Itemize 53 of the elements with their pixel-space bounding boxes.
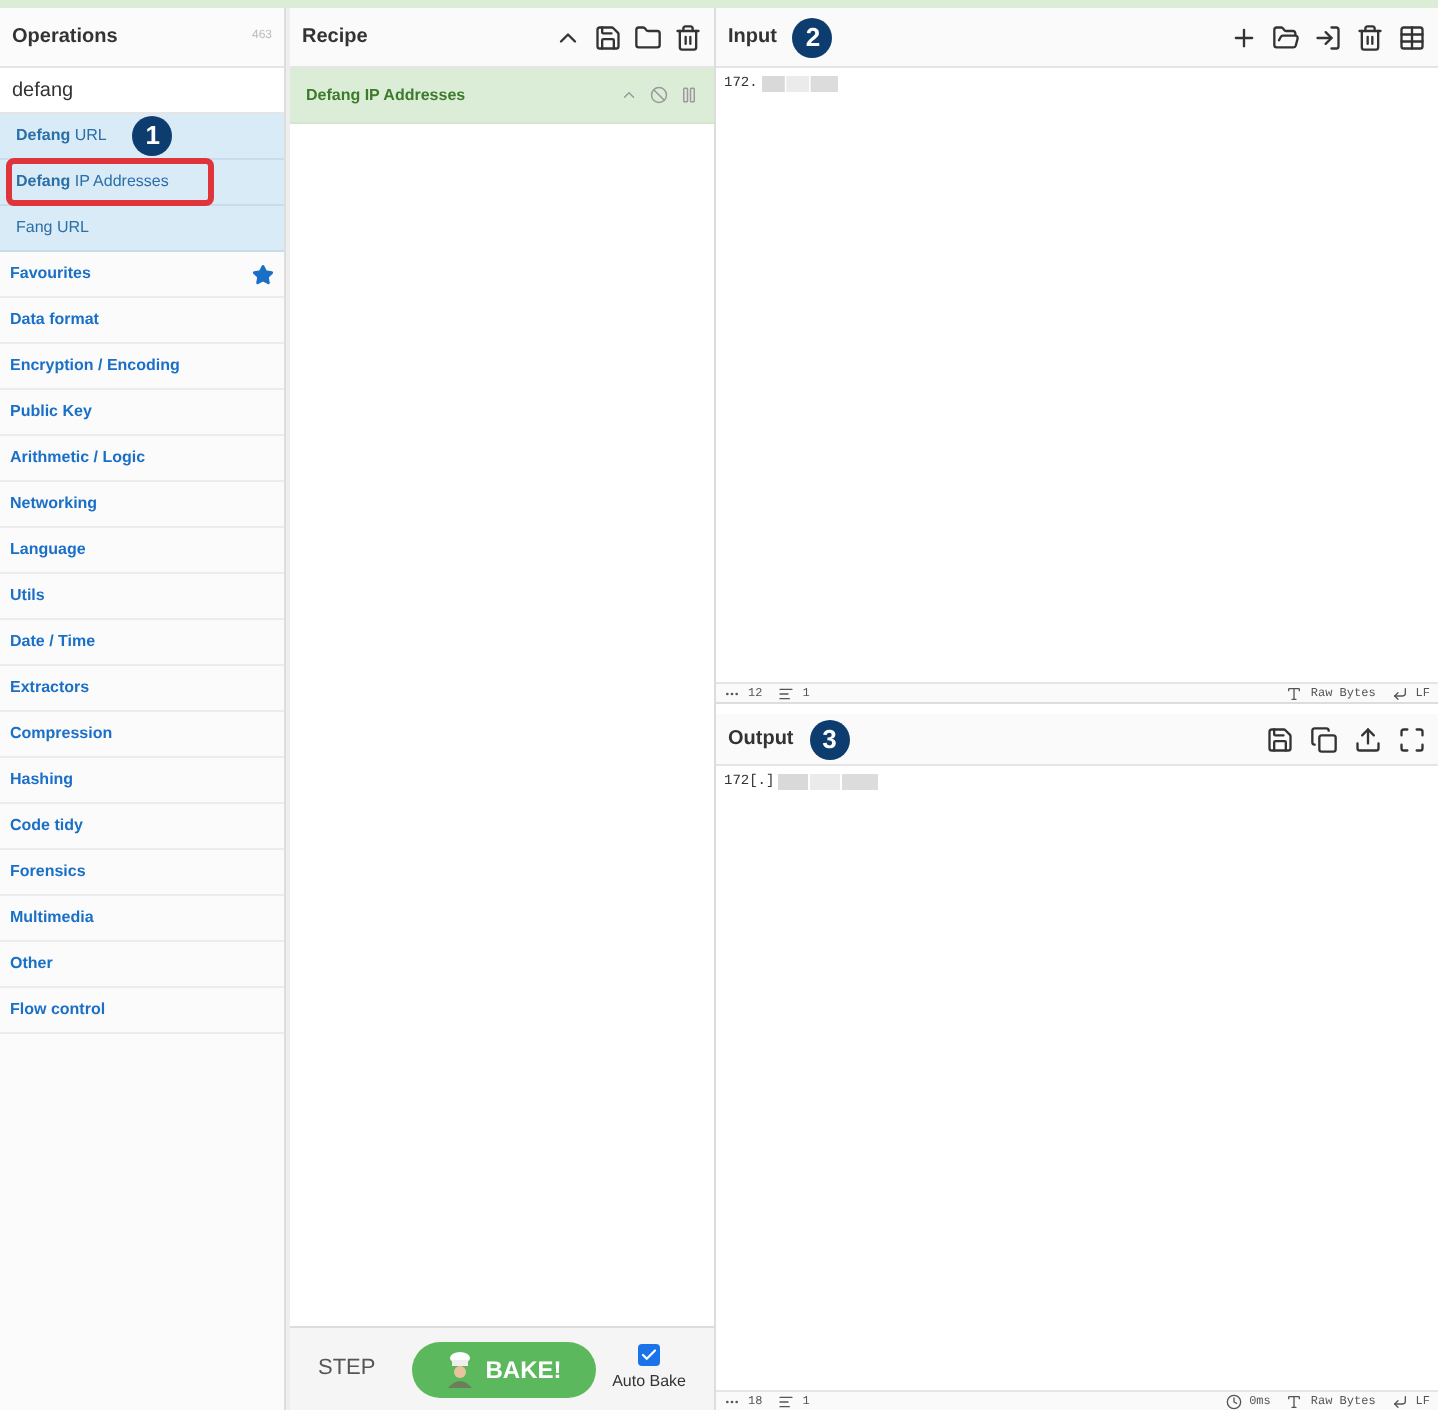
folder-icon[interactable] (1272, 23, 1300, 51)
blurred-text-drawing (761, 74, 838, 94)
step-number-badge: 1 (132, 116, 173, 156)
maximize-icon[interactable] (1398, 725, 1426, 753)
bake-button[interactable]: BAKE! (411, 1341, 596, 1397)
delete-icon[interactable] (1356, 23, 1384, 51)
category-item[interactable]: Compression (0, 712, 284, 758)
category-item[interactable]: Extractors (0, 666, 284, 712)
category-item[interactable]: Other (0, 942, 284, 988)
panel-title: Operations (12, 24, 118, 52)
step-button[interactable]: STEP (318, 1352, 376, 1386)
text-icon[interactable] (1286, 685, 1303, 701)
add-icon[interactable] (1230, 23, 1258, 51)
category-item[interactable]: Language (0, 528, 284, 574)
layout-icon[interactable] (1398, 23, 1426, 51)
operation-item[interactable]: Defang IP Addresses (6, 158, 214, 206)
category-item[interactable]: Hashing (0, 758, 284, 804)
return-icon[interactable] (1391, 1393, 1408, 1409)
category-item[interactable]: Public Key (0, 390, 284, 436)
folder-icon[interactable] (634, 23, 662, 51)
search-field[interactable]: defang (0, 68, 284, 114)
category-item[interactable]: Networking (0, 482, 284, 528)
chef-icon (445, 1351, 474, 1387)
import-icon[interactable] (1314, 23, 1342, 51)
category-item[interactable]: Favourites (0, 252, 284, 298)
auto-bake-label: Auto Bake (612, 1370, 686, 1394)
clock-icon (1225, 1393, 1242, 1409)
lines-icon (778, 685, 795, 701)
category-item[interactable]: Encryption / Encoding (0, 344, 284, 390)
category-item[interactable]: Forensics (0, 850, 284, 896)
category-item[interactable]: Utils (0, 574, 284, 620)
panel-title: Input (728, 24, 777, 52)
category-item[interactable]: Arithmetic / Logic (0, 436, 284, 482)
replace-input-icon[interactable] (1354, 725, 1382, 753)
step-number-badge: 2 (792, 17, 833, 57)
blurred-text-drawing (778, 772, 879, 792)
category-item[interactable]: Date / Time (0, 620, 284, 666)
auto-bake-checkbox[interactable] (638, 1344, 661, 1366)
lines-icon (778, 1393, 795, 1409)
panel-title: Output (728, 726, 794, 754)
category-item[interactable]: Data format (0, 298, 284, 344)
step-number-badge: 3 (809, 719, 850, 759)
operation-item[interactable]: Defang URL (6, 112, 117, 160)
return-icon[interactable] (1391, 685, 1408, 701)
copy-icon[interactable] (1310, 725, 1338, 753)
save-icon[interactable] (1266, 725, 1294, 753)
category-item[interactable]: Multimedia (0, 896, 284, 942)
delete-icon[interactable] (674, 23, 702, 51)
text-icon[interactable] (1286, 1393, 1303, 1409)
category-item[interactable]: Code tidy (0, 804, 284, 850)
save-icon[interactable] (594, 23, 622, 51)
category-item[interactable]: Flow control (0, 988, 284, 1034)
panel-title: Recipe (302, 24, 368, 52)
